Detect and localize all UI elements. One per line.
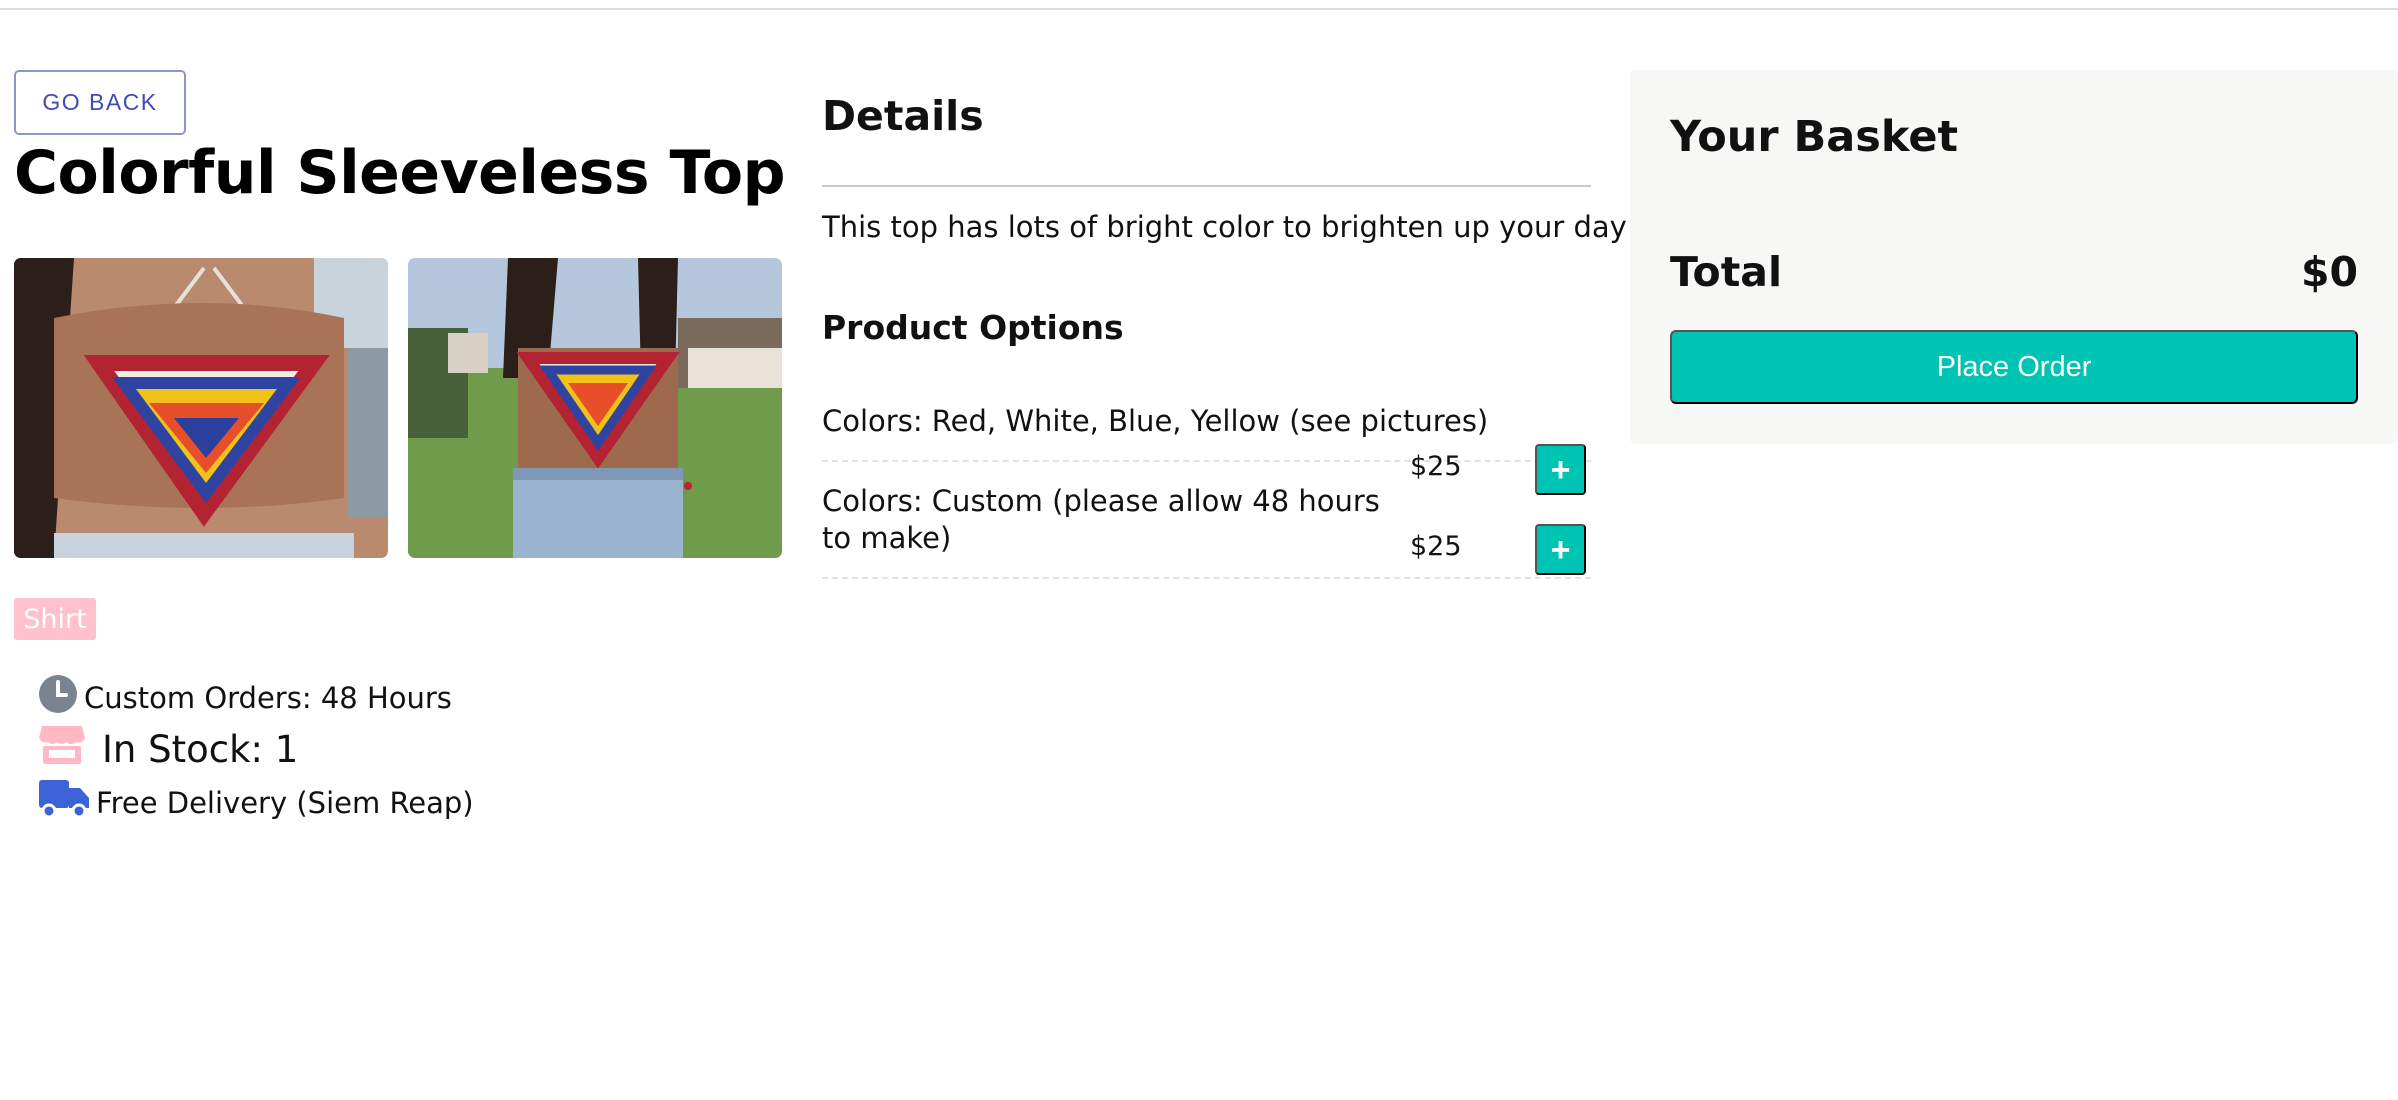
total-label: Total [1670, 248, 1783, 296]
category-tag[interactable]: Shirt [14, 598, 96, 640]
product-options-heading: Product Options [822, 308, 1124, 347]
add-option-button[interactable]: + [1535, 524, 1586, 575]
custom-orders-info: Custom Orders: 48 Hours [38, 674, 452, 721]
basket-title: Your Basket [1670, 112, 1959, 162]
delivery-text: Free Delivery (Siem Reap) [96, 785, 474, 820]
go-back-button[interactable]: GO BACK [14, 70, 186, 135]
basket-panel: Your Basket Total $0 Place Order [1630, 70, 2398, 444]
details-divider [822, 185, 1591, 187]
details-heading: Details [822, 92, 984, 140]
total-value: $0 [2300, 248, 2358, 296]
option-label: Colors: Red, White, Blue, Yellow (see pi… [822, 404, 1489, 438]
product-photo-front[interactable] [14, 258, 388, 558]
delivery-info: Free Delivery (Siem Reap) [38, 778, 474, 827]
truck-icon [38, 778, 90, 827]
option-label: Colors: Custom (please allow 48 hours to… [822, 484, 1380, 555]
product-title: Colorful Sleeveless Top [14, 138, 786, 208]
place-order-button[interactable]: Place Order [1670, 330, 2358, 404]
option-price: $25 [1410, 451, 1462, 482]
store-icon [38, 724, 86, 775]
stock-info: In Stock: 1 [38, 724, 298, 775]
option-divider [822, 577, 1591, 579]
stock-text: In Stock: 1 [102, 728, 299, 771]
add-option-button[interactable]: + [1535, 444, 1586, 495]
custom-orders-text: Custom Orders: 48 Hours [84, 680, 452, 715]
option-divider [822, 460, 1591, 462]
option-price: $25 [1410, 531, 1462, 562]
top-divider [0, 8, 2398, 10]
product-description: This top has lots of bright color to bri… [822, 210, 1627, 244]
clock-icon [38, 674, 78, 721]
product-photo-outdoor[interactable] [408, 258, 782, 558]
